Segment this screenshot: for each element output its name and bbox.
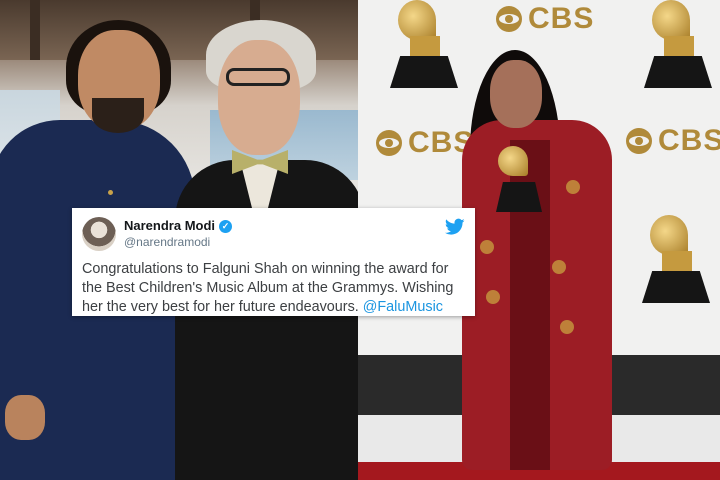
cbs-eye-icon [376,130,402,156]
tweet-card[interactable]: Narendra Modi ✓ @narendramodi Congratula… [72,208,475,316]
author-names: Narendra Modi ✓ @narendramodi [124,218,233,250]
embroidery [566,180,580,194]
mention-link[interactable]: @FaluMusic [363,299,443,315]
avatar[interactable] [82,217,116,251]
cbs-eye-icon [626,128,652,154]
cbs-logo: CBS [376,126,474,160]
cbs-logo: CBS [626,124,720,158]
display-name[interactable]: Narendra Modi [124,218,215,234]
embroidery [480,240,494,254]
cbs-logo: CBS [496,2,594,36]
tweet-header: Narendra Modi ✓ @narendramodi [82,214,465,254]
man-left-hand [5,395,45,440]
embroidery [486,290,500,304]
cbs-logo-text: CBS [528,2,595,35]
embroidery [552,260,566,274]
grammy-trophy-icon [642,0,714,90]
news-collage: CBS CBS CBS Narendra Modi ✓ @narendramod… [0,0,720,480]
embroidery [560,320,574,334]
cbs-eye-icon [496,6,522,32]
twitter-bird-icon[interactable] [445,218,465,236]
man-right-face [218,40,300,155]
cbs-logo-text: CBS [658,124,720,157]
grammy-trophy-icon [388,0,460,90]
display-name-row: Narendra Modi ✓ [124,218,233,234]
glasses [226,68,290,86]
wall-panel [30,0,40,60]
tweet-text: Congratulations to Falguni Shah on winni… [82,260,465,317]
grammy-trophy-icon [492,146,544,214]
grammy-trophy-icon [640,215,712,305]
user-handle[interactable]: @narendramodi [124,234,232,250]
woman-face [490,60,542,128]
man-left-beard [92,98,144,133]
verified-badge-icon: ✓ [219,219,233,233]
